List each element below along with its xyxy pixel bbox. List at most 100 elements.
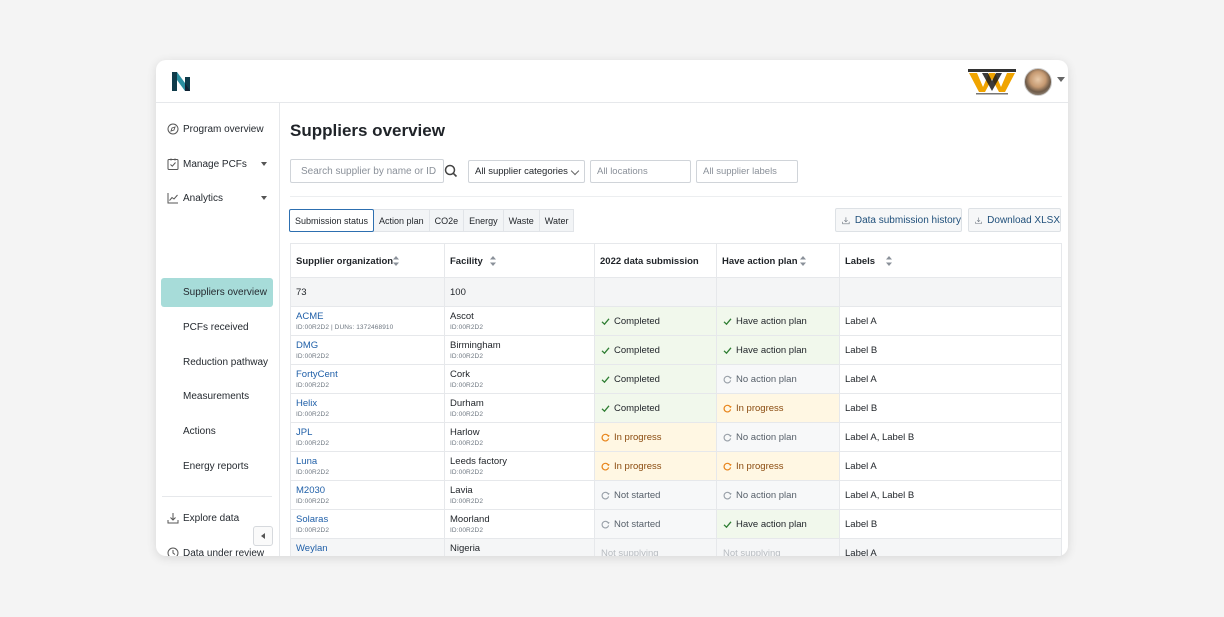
checklist-icon bbox=[167, 158, 179, 170]
sidebar-item-label: Suppliers overview bbox=[183, 287, 267, 298]
submission-cell: In progress bbox=[595, 423, 717, 451]
supplier-labels-select[interactable]: All supplier labels bbox=[696, 160, 798, 183]
sort-icon[interactable] bbox=[392, 255, 400, 267]
action-plan-status-badge: No action plan bbox=[717, 365, 839, 393]
supplier-name-link[interactable]: Luna bbox=[296, 456, 317, 467]
sort-icon[interactable] bbox=[489, 255, 497, 267]
submission-cell: Completed bbox=[595, 307, 717, 335]
app-window: Program overview Manage PCFs Analytics S… bbox=[156, 60, 1068, 556]
refresh-icon bbox=[723, 375, 732, 384]
user-avatar[interactable] bbox=[1024, 68, 1052, 96]
supplier-id: ID:00R2D2 | DUNs: 1372468910 bbox=[296, 324, 394, 331]
status-text: No action plan bbox=[736, 373, 797, 385]
tab-submission-status[interactable]: Submission status bbox=[289, 209, 375, 232]
table-row[interactable]: DMG ID:00R2D2 Birmingham ID:00R2D2 Compl… bbox=[290, 336, 1062, 365]
column-header-submission[interactable]: 2022 data submission bbox=[595, 244, 717, 277]
collapse-sidebar-button[interactable] bbox=[253, 526, 273, 546]
submission-status-badge: Not supplying bbox=[595, 539, 716, 557]
status-text: Not supplying bbox=[723, 547, 781, 557]
check-icon bbox=[601, 375, 610, 384]
labels-cell: Label A bbox=[840, 452, 1062, 480]
tab-energy[interactable]: Energy bbox=[463, 209, 504, 232]
column-header-label: Have action plan bbox=[722, 256, 798, 267]
table-row[interactable]: Helix ID:00R2D2 Durham ID:00R2D2 Complet… bbox=[290, 394, 1062, 423]
table-row[interactable]: Weylan Nigeria Not supplying Not supplyi… bbox=[290, 539, 1062, 556]
table-row[interactable]: ACME ID:00R2D2 | DUNs: 1372468910 Ascot … bbox=[290, 307, 1062, 336]
supplier-name-link[interactable]: FortyCent bbox=[296, 369, 338, 380]
table-row[interactable]: Solaras ID:00R2D2 Moorland ID:00R2D2 Not… bbox=[290, 510, 1062, 539]
facility-cell: Lavia ID:00R2D2 bbox=[445, 481, 595, 509]
chart-icon bbox=[167, 193, 178, 204]
corporate-logo-icon bbox=[968, 69, 1016, 95]
column-header-supplier[interactable]: Supplier organization bbox=[290, 244, 445, 277]
supplier-name-link[interactable]: M2030 bbox=[296, 485, 325, 496]
supplier-id: ID:00R2D2 bbox=[296, 353, 330, 360]
supplier-name-link[interactable]: Helix bbox=[296, 398, 317, 409]
action-plan-cell: Have action plan bbox=[717, 307, 840, 335]
labels-cell: Label A bbox=[840, 539, 1062, 556]
column-header-facility[interactable]: Facility bbox=[445, 244, 595, 277]
tab-co2e[interactable]: CO2e bbox=[428, 209, 465, 232]
supplier-name-link[interactable]: Solaras bbox=[296, 514, 328, 525]
sidebar-item-manage-pcfs[interactable]: Manage PCFs bbox=[161, 150, 273, 178]
action-plan-status-badge: Have action plan bbox=[717, 307, 839, 335]
facility-name: Durham bbox=[450, 398, 484, 409]
tab-waste[interactable]: Waste bbox=[502, 209, 540, 232]
sidebar-item-pcfs-received[interactable]: PCFs received bbox=[161, 313, 273, 341]
facility-cell: Leeds factory ID:00R2D2 bbox=[445, 452, 595, 480]
column-header-action-plan[interactable]: Have action plan bbox=[717, 244, 840, 277]
table-row[interactable]: M2030 ID:00R2D2 Lavia ID:00R2D2 Not star… bbox=[290, 481, 1062, 510]
sidebar-divider bbox=[162, 496, 272, 497]
download-xlsx-button[interactable]: Download XLSX bbox=[968, 208, 1061, 232]
submission-cell: Not started bbox=[595, 481, 717, 509]
view-tabs: Submission status Action plan CO2e Energ… bbox=[289, 209, 575, 232]
supplier-categories-select[interactable]: All supplier categories bbox=[468, 160, 585, 183]
table-row[interactable]: Luna ID:00R2D2 Leeds factory ID:00R2D2 I… bbox=[290, 452, 1062, 481]
table-row[interactable]: FortyCent ID:00R2D2 Cork ID:00R2D2 Compl… bbox=[290, 365, 1062, 394]
labels-text: Label A bbox=[845, 374, 877, 385]
sidebar-item-program-overview[interactable]: Program overview bbox=[161, 115, 273, 143]
chevron-down-icon[interactable] bbox=[261, 162, 267, 166]
sidebar-item-energy-reports[interactable]: Energy reports bbox=[161, 452, 273, 480]
submission-status-badge: Completed bbox=[595, 394, 716, 422]
action-plan-status-badge: Have action plan bbox=[717, 510, 839, 538]
supplier-id: ID:00R2D2 bbox=[296, 440, 330, 447]
table-summary-row: 73 100 bbox=[290, 278, 1062, 307]
facility-name: Nigeria bbox=[450, 543, 481, 554]
supplier-name-link[interactable]: JPL bbox=[296, 427, 312, 438]
sidebar-item-analytics[interactable]: Analytics bbox=[161, 184, 273, 212]
sidebar-item-suppliers-overview[interactable]: Suppliers overview bbox=[161, 278, 273, 307]
submission-status-badge: Not started bbox=[595, 510, 716, 538]
sort-icon[interactable] bbox=[799, 255, 807, 267]
submission-cell: Not supplying bbox=[595, 539, 717, 556]
action-plan-status-badge: No action plan bbox=[717, 481, 839, 509]
data-submission-history-button[interactable]: Data submission history bbox=[835, 208, 962, 232]
check-icon bbox=[723, 317, 732, 326]
tab-water[interactable]: Water bbox=[538, 209, 575, 232]
facility-cell: Cork ID:00R2D2 bbox=[445, 365, 595, 393]
sort-icon[interactable] bbox=[885, 255, 893, 267]
facility-id: ID:00R2D2 bbox=[450, 440, 484, 447]
supplier-count: 73 bbox=[296, 287, 307, 298]
status-text: In progress bbox=[614, 460, 662, 472]
search-input[interactable] bbox=[290, 159, 444, 183]
refresh-icon bbox=[723, 433, 732, 442]
supplier-name-link[interactable]: ACME bbox=[296, 311, 323, 322]
table-row[interactable]: JPL ID:00R2D2 Harlow ID:00R2D2 In progre… bbox=[290, 423, 1062, 452]
chevron-down-icon[interactable] bbox=[261, 196, 267, 200]
sidebar-item-measurements[interactable]: Measurements bbox=[161, 382, 273, 410]
app-logo-icon[interactable] bbox=[172, 72, 190, 91]
sidebar-item-reduction-pathway[interactable]: Reduction pathway bbox=[161, 348, 273, 376]
supplier-name-link[interactable]: Weylan bbox=[296, 543, 328, 554]
supplier-name-link[interactable]: DMG bbox=[296, 340, 318, 351]
tab-action-plan[interactable]: Action plan bbox=[373, 209, 430, 232]
chevron-down-icon[interactable] bbox=[1057, 77, 1065, 82]
column-header-labels[interactable]: Labels bbox=[840, 244, 1062, 277]
locations-select[interactable]: All locations bbox=[590, 160, 691, 183]
sidebar-item-actions[interactable]: Actions bbox=[161, 417, 273, 445]
supplier-cell: Helix ID:00R2D2 bbox=[290, 394, 445, 422]
submission-cell: Completed bbox=[595, 365, 717, 393]
search-icon[interactable] bbox=[439, 159, 463, 183]
facility-name: Moorland bbox=[450, 514, 490, 525]
facility-id: ID:00R2D2 bbox=[450, 382, 484, 389]
